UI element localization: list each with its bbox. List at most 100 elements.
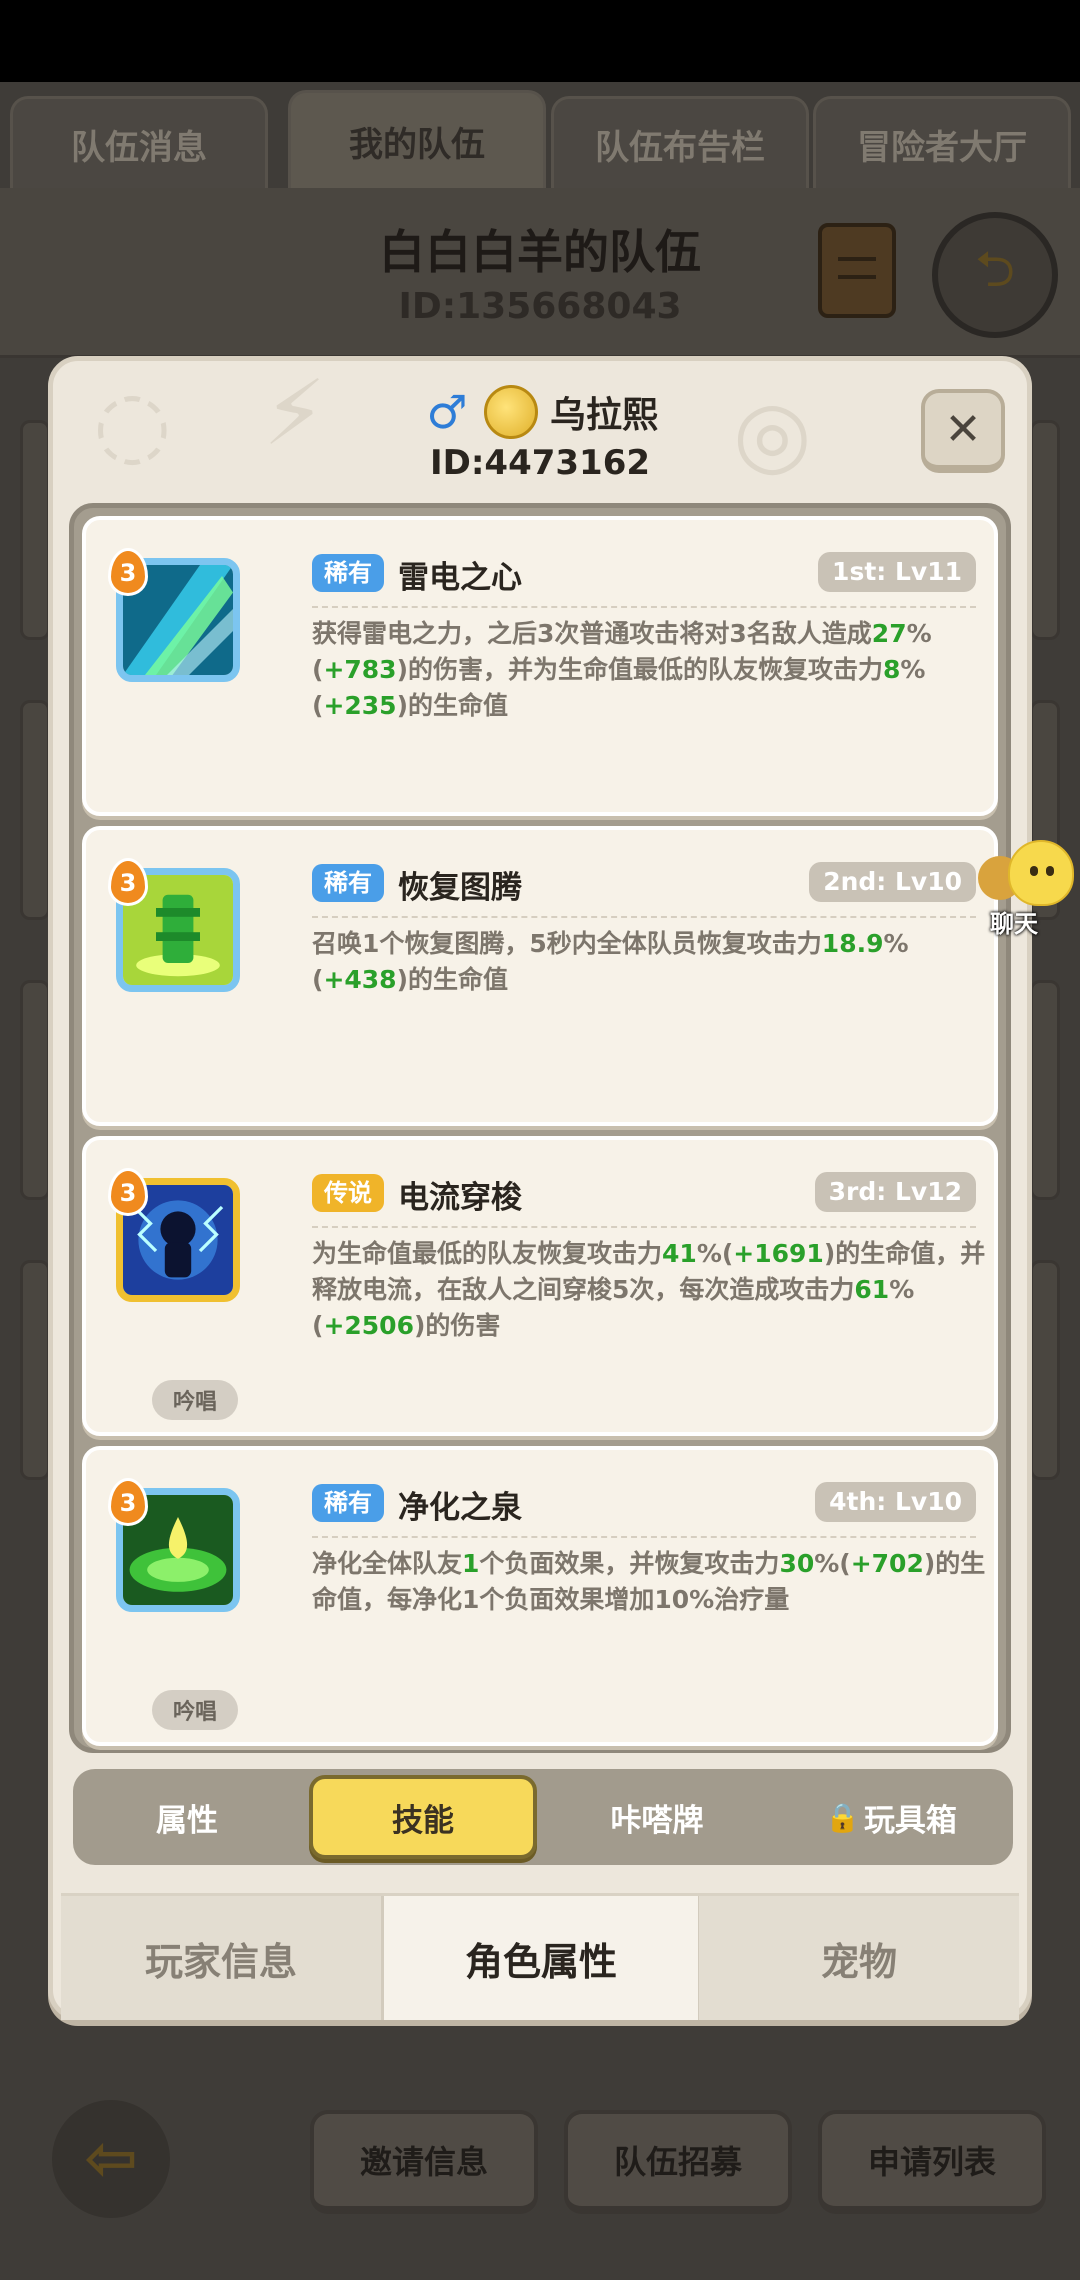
skill-value-highlight: 18.9 — [821, 929, 884, 958]
tab-adventurer-hall[interactable]: 冒险者大厅 — [813, 96, 1071, 190]
skill-name: 净化之泉 — [398, 1490, 522, 1526]
tab-pet[interactable]: 宠物 — [699, 1896, 1019, 2020]
player-detail-modal: ◌ ⚡ ◎ ♂ 乌拉熙 ID:4473162 ✕ 3 稀有 雷电之心 1st: … — [48, 356, 1032, 2020]
skill-desc-text: )的生命值 — [396, 691, 509, 720]
skill-value-highlight: +2506 — [323, 1311, 414, 1340]
background-panel — [20, 700, 50, 920]
background-panel — [20, 1260, 50, 1480]
close-button[interactable]: ✕ — [921, 389, 1005, 473]
skill-card[interactable]: 3 稀有 恢复图腾 2nd: Lv10 召唤1个恢复图腾，5秒内全体队员恢复攻击… — [82, 826, 998, 1126]
player-name: 乌拉熙 — [549, 395, 658, 436]
skill-desc-text: 个负面效果，并恢复攻击力 — [479, 1549, 780, 1578]
tab-team-board[interactable]: 队伍布告栏 — [551, 96, 809, 190]
divider — [312, 1536, 976, 1538]
skill-description: 获得雷电之力，之后3次普通攻击将对3名敌人造成27%(+783)的伤害，并为生命… — [312, 616, 992, 724]
skill-value-highlight: +1691 — [733, 1239, 824, 1268]
skill-value-highlight: 27 — [871, 619, 907, 648]
skill-card[interactable]: 3 吟唱 稀有 净化之泉 4th: Lv10 净化全体队友1个负面效果，并恢复攻… — [82, 1446, 998, 1746]
skill-level-badge: 3 — [108, 1168, 148, 1216]
sub-tab-bar: 属性 技能 咔嗒牌 🔒 玩具箱 — [73, 1769, 1013, 1865]
skill-slot-level: 1st: Lv11 — [818, 552, 976, 592]
skill-value-highlight: 30 — [779, 1549, 815, 1578]
divider — [312, 606, 976, 608]
chant-tag: 吟唱 — [152, 1690, 238, 1730]
skill-name: 电流穿梭 — [398, 1180, 522, 1216]
rarity-badge: 稀有 — [312, 864, 384, 902]
top-tab-bar: 队伍消息 我的队伍 队伍布告栏 冒险者大厅 — [0, 90, 1080, 190]
skill-desc-text: 净化全体队友 — [312, 1549, 463, 1578]
skill-desc-text: 为生命值最低的队友恢复攻击力 — [312, 1239, 663, 1268]
male-gender-icon: ♂ — [426, 385, 468, 439]
rarity-badge: 稀有 — [312, 554, 384, 592]
background-panel — [1030, 1260, 1060, 1480]
invite-info-button[interactable]: 邀请信息 — [310, 2110, 538, 2214]
team-name: 白白白羊的队伍 — [379, 225, 701, 279]
tab-skills[interactable]: 技能 — [309, 1775, 537, 1859]
back-button[interactable]: ⇦ — [52, 2100, 170, 2218]
skill-slot-level: 2nd: Lv10 — [809, 862, 976, 902]
apply-list-button[interactable]: 申请列表 — [818, 2110, 1046, 2214]
tab-character-attributes[interactable]: 角色属性 — [381, 1896, 701, 2020]
status-bar — [0, 0, 1080, 82]
tab-player-info[interactable]: 玩家信息 — [61, 1896, 381, 2020]
skill-description: 召唤1个恢复图腾，5秒内全体队员恢复攻击力18.9%(+438)的生命值 — [312, 926, 992, 998]
skill-desc-text: 获得雷电之力，之后3次普通攻击将对3名敌人造成 — [312, 619, 872, 648]
swap-arrow-icon: ⮌ — [974, 239, 1016, 298]
team-id: ID:135668043 — [398, 286, 682, 327]
close-icon: ✕ — [944, 403, 982, 455]
skill-desc-text: %( — [814, 1549, 851, 1578]
tab-cards[interactable]: 咔嗒牌 — [543, 1775, 771, 1859]
skill-list[interactable]: 3 稀有 雷电之心 1st: Lv11 获得雷电之力，之后3次普通攻击将对3名敌… — [69, 503, 1011, 1753]
skill-desc-text: )的伤害，并为生命值最低的队友恢复攻击力 — [396, 655, 884, 684]
background-panel — [20, 420, 50, 640]
player-avatar-icon — [483, 385, 538, 439]
skill-value-highlight: 41 — [662, 1239, 697, 1268]
skill-value-highlight: +783 — [323, 655, 397, 684]
skill-value-highlight: +702 — [850, 1549, 924, 1578]
background-panel — [20, 980, 50, 1200]
skill-value-highlight: +438 — [323, 965, 397, 994]
skill-level-badge: 3 — [108, 548, 148, 596]
scroll-icon[interactable] — [818, 223, 896, 318]
chat-float-button[interactable]: 聊天 — [978, 836, 1080, 938]
divider — [312, 916, 976, 918]
skill-value-highlight: 8 — [883, 655, 901, 684]
chat-avatar-icon — [1008, 840, 1074, 906]
tab-toybox-label: 玩具箱 — [863, 1802, 957, 1839]
skill-level-badge: 3 — [108, 1478, 148, 1526]
skill-slot-level: 3rd: Lv12 — [814, 1172, 976, 1212]
tab-team-messages[interactable]: 队伍消息 — [10, 96, 268, 190]
player-id: ID:4473162 — [429, 443, 651, 483]
skill-desc-text: )的伤害 — [413, 1311, 501, 1340]
skill-name: 恢复图腾 — [398, 870, 522, 906]
skill-desc-text: )的生命值 — [396, 965, 509, 994]
swap-button[interactable]: ⮌ — [932, 212, 1058, 338]
team-header: 白白白羊的队伍 ID:135668043 ⮌ — [0, 188, 1080, 358]
skill-slot-level: 4th: Lv10 — [815, 1482, 976, 1522]
skill-card[interactable]: 3 稀有 雷电之心 1st: Lv11 获得雷电之力，之后3次普通攻击将对3名敌… — [82, 516, 998, 816]
skill-desc-text: %( — [696, 1239, 734, 1268]
lock-icon: 🔒 — [825, 1800, 860, 1834]
skill-description: 为生命值最低的队友恢复攻击力41%(+1691)的生命值，并释放电流，在敌人之间… — [312, 1236, 992, 1344]
back-arrow-icon: ⇦ — [84, 2122, 138, 2196]
rarity-badge: 稀有 — [312, 1484, 384, 1522]
player-name-row: ♂ 乌拉熙 — [53, 385, 1027, 439]
chat-label: 聊天 — [990, 910, 1038, 938]
tab-attributes[interactable]: 属性 — [73, 1775, 301, 1859]
skill-desc-text: 召唤1个恢复图腾，5秒内全体队员恢复攻击力 — [312, 929, 822, 958]
rarity-badge: 传说 — [312, 1174, 384, 1212]
divider — [312, 1226, 976, 1228]
skill-value-highlight: 61 — [854, 1275, 890, 1304]
background-panel — [1030, 980, 1060, 1200]
main-tab-bar: 玩家信息 角色属性 宠物 — [61, 1893, 1019, 2020]
skill-name: 雷电之心 — [398, 560, 522, 596]
skill-level-badge: 3 — [108, 858, 148, 906]
tab-my-team[interactable]: 我的队伍 — [288, 90, 546, 190]
skill-value-highlight: 1 — [462, 1549, 480, 1578]
background-panel — [1030, 420, 1060, 640]
tab-toybox[interactable]: 🔒 玩具箱 — [777, 1775, 1005, 1859]
skill-description: 净化全体队友1个负面效果，并恢复攻击力30%(+702)的生命值，每净化1个负面… — [312, 1546, 992, 1618]
skill-card[interactable]: 3 吟唱 传说 电流穿梭 3rd: Lv12 为生命值最低的队友恢复攻击力41%… — [82, 1136, 998, 1436]
team-recruit-button[interactable]: 队伍招募 — [564, 2110, 792, 2214]
chant-tag: 吟唱 — [152, 1380, 238, 1420]
